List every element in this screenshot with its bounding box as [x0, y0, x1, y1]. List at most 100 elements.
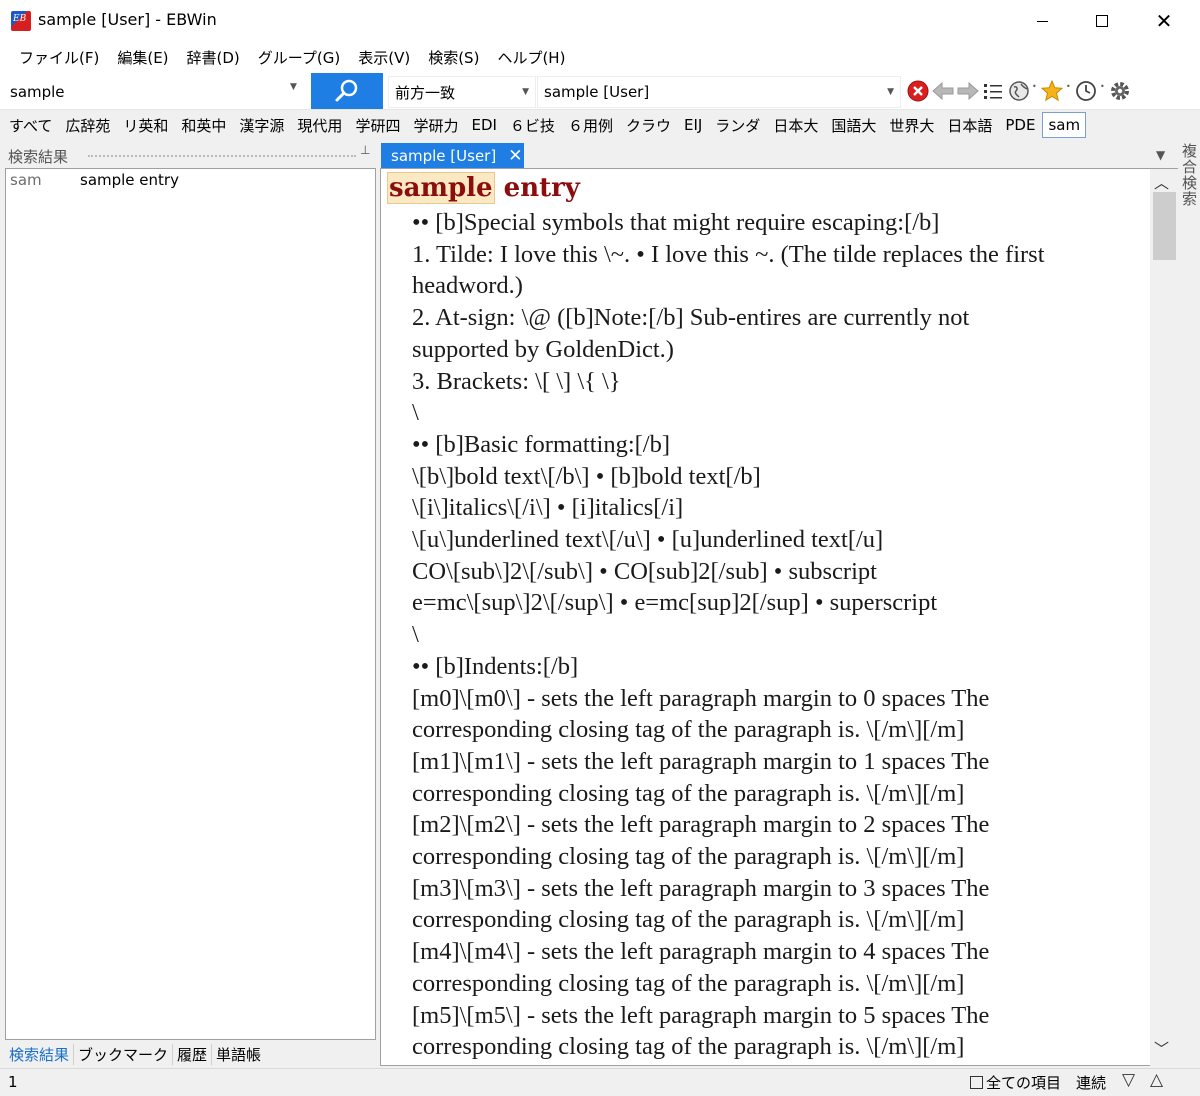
next-triangle-icon[interactable]: ▽	[1122, 1070, 1135, 1090]
dict-tab[interactable]: 現代用	[291, 111, 348, 140]
results-list[interactable]: sam sample entry	[5, 168, 376, 1040]
dict-tab[interactable]: すべて	[3, 111, 58, 140]
dictionary-bar: すべて 広辞苑 リ英和 和英中 漢字源 現代用 学研四 学研力 EDI ６ビ技 …	[0, 110, 1200, 140]
minimize-button[interactable]	[1012, 0, 1072, 42]
menu-file[interactable]: ファイル(F)	[10, 47, 108, 68]
window-title: sample [User] - EBWin	[38, 10, 217, 29]
scroll-down-icon[interactable]: ﹀	[1154, 1038, 1169, 1059]
dict-tab[interactable]: EDI	[465, 112, 502, 138]
entry-line: [m5]\[m5\] - sets the left paragraph mar…	[412, 1001, 990, 1029]
menu-edit[interactable]: 編集(E)	[108, 47, 177, 68]
menu-help[interactable]: ヘルプ(H)	[488, 47, 574, 68]
favorite-star-icon	[1040, 79, 1064, 102]
tab-wordbook[interactable]: 単語帳	[212, 1044, 265, 1065]
tab-search-results[interactable]: 検索結果	[5, 1043, 75, 1065]
dict-tab[interactable]: 日本語	[941, 111, 998, 140]
search-input[interactable]	[5, 78, 307, 106]
menu-search[interactable]: 検索(S)	[419, 47, 488, 68]
dict-tab[interactable]: EIJ	[678, 112, 708, 138]
dict-tab-selected[interactable]: sam	[1042, 112, 1087, 138]
dict-tab[interactable]: 世界大	[883, 111, 940, 140]
dict-tab[interactable]: 学研力	[407, 111, 464, 140]
all-items-checkbox[interactable]: 全ての項目	[970, 1072, 1061, 1093]
entry-view: sample entry •• [b]Special symbols that …	[380, 168, 1150, 1066]
entry-line: [m0]\[m0\] - sets the left paragraph mar…	[412, 684, 990, 712]
entry-line: \[b\]bold text\[/b\] • [b]bold text[/b]	[412, 462, 761, 490]
dict-tab[interactable]: ６用例	[562, 111, 619, 140]
menu-group[interactable]: グループ(G)	[249, 47, 349, 68]
tab-bookmarks[interactable]: ブックマーク	[74, 1043, 174, 1065]
entry-line: corresponding closing tag of the paragra…	[412, 969, 965, 997]
entry-line: corresponding closing tag of the paragra…	[412, 1033, 965, 1061]
entry-line: [m3]\[m3\] - sets the left paragraph mar…	[412, 874, 990, 902]
entry-line: corresponding closing tag of the paragra…	[412, 716, 965, 744]
entry-line: •• [b]Basic formatting:[/b]	[412, 430, 671, 458]
globe-icon	[1009, 81, 1029, 101]
dict-tab[interactable]: 日本大	[767, 111, 824, 140]
stop-icon	[907, 80, 929, 102]
entry-line: CO\[sub\]2\[/sub\] • CO[sub]2[/sub] • su…	[412, 557, 877, 585]
history-clock-icon	[1076, 81, 1096, 101]
tab-history[interactable]: 履歴	[173, 1043, 213, 1065]
forward-button[interactable]	[956, 78, 980, 104]
stop-button[interactable]	[906, 78, 930, 104]
vertical-scrollbar[interactable]	[1150, 168, 1178, 1066]
menu-dictionary[interactable]: 辞書(D)	[178, 47, 249, 68]
favorites-button[interactable]	[1040, 78, 1064, 104]
results-pane-header: 検索結果	[8, 146, 376, 166]
scrollbar-thumb[interactable]	[1153, 192, 1176, 260]
entry-line: supported by GoldenDict.)	[412, 335, 674, 363]
checkbox-icon	[970, 1076, 983, 1089]
entry-line: [m1]\[m1\] - sets the left paragraph mar…	[412, 747, 990, 775]
entry-line: corresponding closing tag of the paragra…	[412, 779, 965, 807]
dropdown-dot-icon: •	[1032, 82, 1037, 91]
dict-tab[interactable]: PDE	[999, 112, 1041, 138]
content-tab[interactable]: sample [User] ✕	[381, 143, 524, 168]
pin-icon[interactable]: ⊥	[360, 143, 370, 157]
entry-body: •• [b]Special symbols that might require…	[412, 207, 1150, 1063]
dict-tab[interactable]: ランダ	[709, 111, 766, 140]
settings-button[interactable]	[1108, 78, 1132, 104]
result-row[interactable]: sam sample entry	[6, 169, 375, 191]
entry-line: •• [b]Indents:[/b]	[412, 652, 579, 680]
entry-line: corresponding closing tag of the paragra…	[412, 843, 965, 871]
continuous-toggle[interactable]: 連続	[1076, 1072, 1106, 1093]
entry-line: [m2]\[m2\] - sets the left paragraph mar…	[412, 811, 990, 839]
maximize-icon	[1096, 15, 1108, 27]
back-button[interactable]	[931, 78, 955, 104]
content-tab-label: sample [User]	[391, 146, 497, 165]
dict-tab[interactable]: 学研四	[349, 111, 406, 140]
tab-list-dropdown-icon[interactable]: ▼	[1156, 148, 1165, 162]
search-history-dropdown-icon[interactable]: ▼	[290, 82, 297, 92]
side-tab-compound-search[interactable]: 複合検索	[1178, 143, 1200, 223]
app-icon-text: EB	[13, 14, 27, 24]
list-button[interactable]	[981, 78, 1005, 104]
menu-view[interactable]: 表示(V)	[349, 47, 419, 68]
search-button[interactable]	[311, 73, 383, 109]
dict-tab[interactable]: リ英和	[117, 111, 174, 140]
entry-line: [m4]\[m4\] - sets the left paragraph mar…	[412, 938, 990, 966]
previous-triangle-icon[interactable]: △	[1150, 1070, 1163, 1090]
dict-tab[interactable]: 広辞苑	[59, 111, 116, 140]
minimize-icon	[1036, 20, 1048, 22]
search-mode-label: 前方一致	[395, 83, 456, 102]
heading-highlight: sample	[387, 172, 495, 204]
dict-tab[interactable]: 国語大	[825, 111, 882, 140]
dict-tab[interactable]: クラウ	[620, 111, 677, 140]
entry-line: 2. At-sign: \@ ([b]Note:[/b] Sub-entires…	[412, 304, 970, 332]
scroll-up-icon[interactable]: ︿	[1154, 172, 1169, 193]
history-button[interactable]	[1074, 78, 1098, 104]
entry-line: \[i\]italics\[/i\] • [i]italics[/i]	[412, 494, 684, 522]
dict-tab[interactable]: 和英中	[175, 111, 232, 140]
entry-line: \[u\]underlined text\[/u\] • [u]underlin…	[412, 526, 884, 554]
close-tab-icon[interactable]: ✕	[508, 146, 522, 166]
header-grip	[88, 155, 356, 157]
dict-tab[interactable]: 漢字源	[233, 111, 290, 140]
web-search-button[interactable]	[1007, 78, 1031, 104]
close-window-button[interactable]: ✕	[1134, 0, 1194, 42]
search-mode-select[interactable]: 前方一致 ▼	[388, 76, 536, 108]
dictionary-select[interactable]: sample [User] ▼	[537, 76, 901, 108]
dict-tab[interactable]: ６ビ技	[504, 111, 561, 140]
close-icon: ✕	[1155, 9, 1173, 33]
maximize-button[interactable]	[1072, 0, 1132, 42]
